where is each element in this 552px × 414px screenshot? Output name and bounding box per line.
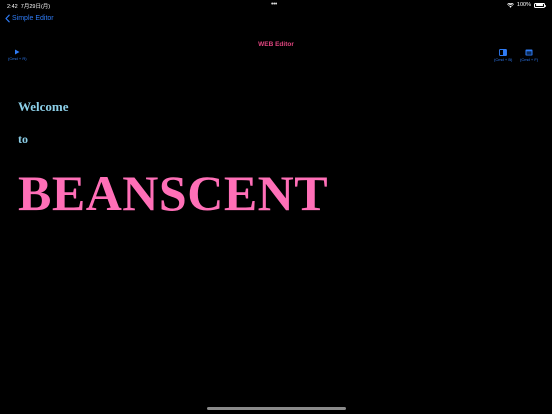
window-icon xyxy=(525,49,533,56)
battery-icon xyxy=(534,2,546,8)
run-shortcut-label: (Cmd + R) xyxy=(8,56,27,61)
run-button[interactable]: (Cmd + R) xyxy=(8,49,27,61)
multitasking-dots-icon[interactable]: ••• xyxy=(271,1,277,8)
back-button-label: Simple Editor xyxy=(12,15,54,22)
split-view-icon xyxy=(499,49,508,56)
status-clock: 2:42 xyxy=(7,4,18,10)
status-bar: 2:42 7月29日(月) ••• 100% xyxy=(0,0,552,12)
home-indicator[interactable] xyxy=(207,407,346,410)
headline-text: BEANSCENT xyxy=(18,165,329,221)
to-text: to xyxy=(18,132,28,146)
back-button[interactable]: Simple Editor xyxy=(5,14,54,23)
battery-fill xyxy=(535,4,544,6)
battery-percent: 100% xyxy=(516,2,531,8)
split-view-button[interactable]: (Cmd + B) xyxy=(494,49,512,62)
split-view-shortcut-label: (Cmd + B) xyxy=(494,57,513,62)
window-shortcut-label: (Cmd + F) xyxy=(520,57,539,62)
play-icon xyxy=(15,49,20,55)
status-date: 7月29日(月) xyxy=(20,4,51,10)
page-title: WEB Editor xyxy=(258,41,294,48)
wifi-icon xyxy=(506,2,514,8)
window-button[interactable]: (Cmd + F) xyxy=(520,49,538,62)
welcome-text: Welcome xyxy=(18,99,69,114)
status-right: 100% xyxy=(506,2,546,8)
status-time: 2:42 7月29日(月) xyxy=(7,2,50,10)
chevron-left-icon xyxy=(5,14,10,23)
